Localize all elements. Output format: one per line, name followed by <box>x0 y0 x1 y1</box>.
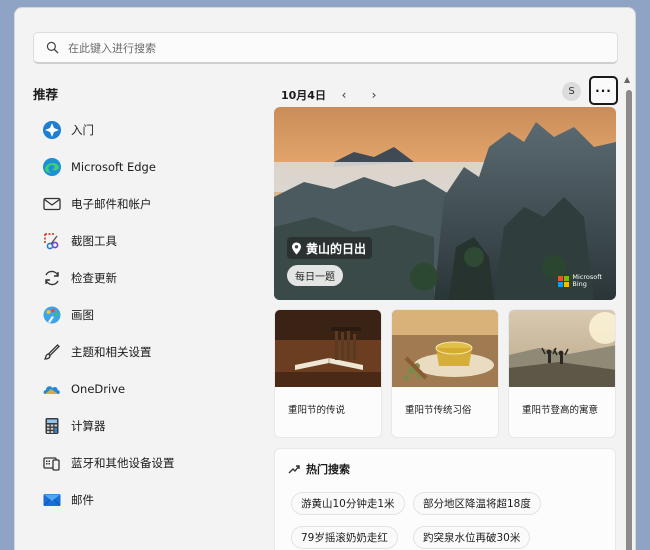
app-label: 计算器 <box>71 418 106 433</box>
app-email-accounts[interactable]: 电子邮件和帐户 <box>41 185 261 222</box>
app-label: 截图工具 <box>71 233 117 248</box>
app-microsoft-edge[interactable]: Microsoft Edge <box>41 148 261 185</box>
mail-outline-icon <box>41 193 63 215</box>
mail-app-icon <box>41 489 63 511</box>
prev-day-button[interactable]: ‹ <box>334 85 354 105</box>
search-placeholder: 在此键入进行搜索 <box>68 41 156 55</box>
app-label: 画图 <box>71 307 94 322</box>
app-label: 入门 <box>71 122 94 137</box>
app-label: OneDrive <box>71 381 126 396</box>
app-paint[interactable]: 画图 <box>41 296 261 333</box>
hot-search-chip[interactable]: 游黄山10分钟走1米 <box>291 492 405 515</box>
news-card-image <box>392 310 498 387</box>
location-pin-icon <box>292 242 301 254</box>
app-get-started[interactable]: 入门 <box>41 111 261 148</box>
recommended-app-list: 入门 Microsoft Edge 电子邮件和帐户 截图工具 检查更新 画图 主… <box>41 111 261 518</box>
news-card-image <box>275 310 381 387</box>
hot-searches-card: 热门搜索 游黄山10分钟走1米 部分地区降温将超18度 79岁摇滚奶奶走红 趵突… <box>274 448 616 550</box>
app-label: 邮件 <box>71 492 94 507</box>
news-card-caption: 重阳节登高的寓意 <box>522 405 599 416</box>
hero-title-text: 黄山的日出 <box>306 241 367 256</box>
app-label: 主题和相关设置 <box>71 344 152 359</box>
paint-icon <box>41 304 63 326</box>
bing-brand-line2: Bing <box>572 280 587 288</box>
edge-icon <box>41 156 63 178</box>
news-card-image <box>509 310 615 387</box>
chevron-left-icon: ‹ <box>341 88 347 102</box>
snipping-tool-icon <box>41 230 63 252</box>
hot-search-chip[interactable]: 79岁摇滚奶奶走红 <box>291 526 398 549</box>
feed-date: 10月4日 <box>281 89 326 102</box>
start-menu-panel: 在此键入进行搜索 推荐 入门 Microsoft Edge 电子邮件和帐户 截图… <box>14 7 636 550</box>
app-label: Microsoft Edge <box>71 159 156 174</box>
app-snipping-tool[interactable]: 截图工具 <box>41 222 261 259</box>
app-label: 检查更新 <box>71 270 117 285</box>
daily-quiz-badge[interactable]: 每日一题 <box>287 265 343 286</box>
app-label: 蓝牙和其他设备设置 <box>71 455 175 470</box>
microsoft-bing-logo: Microsoft Bing <box>558 274 602 288</box>
avatar[interactable]: S <box>562 82 581 101</box>
onedrive-icon <box>41 378 63 400</box>
news-card-caption: 重阳节的传说 <box>288 405 346 416</box>
chevron-right-icon: › <box>371 88 377 102</box>
news-card[interactable]: 重阳节的传说 <box>274 309 382 438</box>
app-theme-settings[interactable]: 主题和相关设置 <box>41 333 261 370</box>
app-label: 电子邮件和帐户 <box>71 196 152 211</box>
devices-icon <box>41 452 63 474</box>
search-icon <box>46 41 59 54</box>
trending-icon <box>288 465 300 474</box>
hero-card[interactable]: 黄山的日出 每日一题 Microsoft Bing <box>274 107 616 300</box>
hero-title[interactable]: 黄山的日出 <box>287 237 373 259</box>
app-calculator[interactable]: 计算器 <box>41 407 261 444</box>
hot-search-chip[interactable]: 部分地区降温将超18度 <box>413 492 541 515</box>
more-options-button[interactable]: ··· <box>589 76 618 105</box>
calculator-icon <box>41 415 63 437</box>
scroll-up-arrow-icon[interactable]: ▲ <box>624 75 630 84</box>
scrollbar-thumb[interactable] <box>626 90 632 550</box>
brush-icon <box>41 341 63 363</box>
news-card[interactable]: 重阳节传统习俗 <box>391 309 499 438</box>
hot-searches-heading: 热门搜索 <box>288 461 350 477</box>
app-mail[interactable]: 邮件 <box>41 481 261 518</box>
search-box[interactable]: 在此键入进行搜索 <box>33 32 618 64</box>
app-check-updates[interactable]: 检查更新 <box>41 259 261 296</box>
app-bluetooth-devices[interactable]: 蓝牙和其他设备设置 <box>41 444 261 481</box>
recommended-heading: 推荐 <box>33 87 59 102</box>
hot-search-chip[interactable]: 趵突泉水位再破30米 <box>413 526 531 549</box>
news-card[interactable]: 重阳节登高的寓意 <box>508 309 616 438</box>
news-card-caption: 重阳节传统习俗 <box>405 405 472 416</box>
feed-scrollbar[interactable]: ▲ <box>622 72 634 550</box>
next-day-button[interactable]: › <box>364 85 384 105</box>
get-started-icon <box>41 119 63 141</box>
microsoft-logo-icon <box>558 275 570 287</box>
app-onedrive[interactable]: OneDrive <box>41 370 261 407</box>
refresh-icon <box>41 267 63 289</box>
news-cards: 重阳节的传说 重阳节传统习俗 重阳节登高的寓意 <box>274 309 616 438</box>
feed-header: 10月4日 ‹ › <box>281 84 384 106</box>
